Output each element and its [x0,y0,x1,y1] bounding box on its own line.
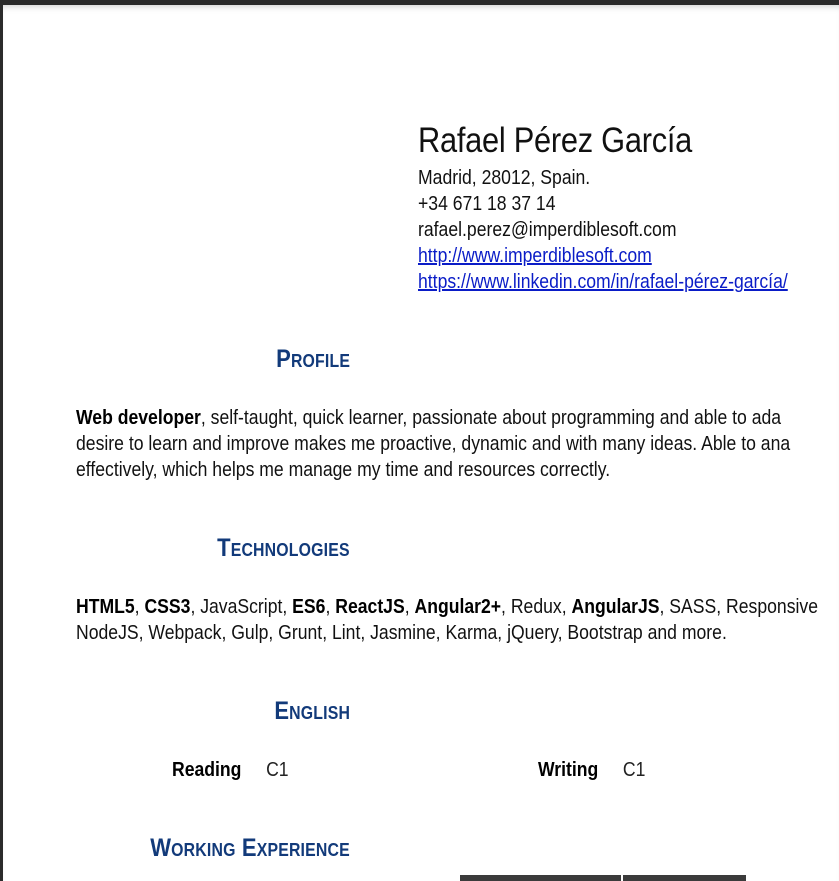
reading-item: Reading C1 [172,757,289,783]
candidate-name: Rafael Pérez García [418,121,693,160]
reading-label: Reading [172,759,242,781]
contact-details: Madrid, 28012, Spain. +34 671 18 37 14 r… [418,165,839,295]
linkedin-line: https://www.linkedin.com/in/rafael-pérez… [418,269,823,295]
profile-heading: Profile [276,345,350,373]
technology-keyword: ReactJS [335,596,405,618]
experience-table-header [460,875,746,881]
technologies-paragraph: HTML5, CSS3, JavaScript, ES6, ReactJS, A… [76,594,833,646]
profile-paragraph: Web developer, self-taught, quick learne… [76,405,833,483]
technology-text: , Redux, [501,596,572,618]
technologies-line-2: NodeJS, Webpack, Gulp, Grunt, Lint, Jasm… [76,622,727,644]
writing-level: C1 [622,759,646,781]
phone-text: +34 671 18 37 14 [418,193,556,215]
reading-level: C1 [266,759,289,781]
technology-keyword: CSS3 [144,596,191,618]
technology-keyword: HTML5 [76,596,135,618]
writing-label: Writing [538,759,599,781]
experience-heading: Working Experience [150,834,350,862]
writing-item: Writing C1 [538,757,645,783]
technology-keyword: ES6 [292,596,326,618]
email-text: rafael.perez@imperdiblesoft.com [418,219,677,241]
resume-page: Rafael Pérez García Madrid, 28012, Spain… [3,5,839,881]
website-link[interactable]: http://www.imperdiblesoft.com [418,245,652,267]
technology-keyword: AngularJS [571,596,660,618]
contact-header: Rafael Pérez García Madrid, 28012, Spain… [418,121,839,295]
table-column-divider [621,875,623,881]
technologies-heading: Technologies [217,534,350,562]
technologies-line-1: HTML5, CSS3, JavaScript, ES6, ReactJS, A… [76,594,833,620]
technology-text: , [134,596,145,618]
technology-text: , SASS, Responsive [659,596,819,618]
technology-keyword: Angular2+ [414,596,502,618]
profile-line-1: Web developer, self-taught, quick learne… [76,405,833,431]
website-line: http://www.imperdiblesoft.com [418,243,823,269]
technology-text: , [325,596,336,618]
profile-line-2: desire to learn and improve makes me pro… [76,433,791,455]
profile-line-1-text: , self-taught, quick learner, passionate… [200,407,782,429]
linkedin-link[interactable]: https://www.linkedin.com/in/rafael-pérez… [418,271,788,293]
profile-line-3: effectively, which helps me manage my ti… [76,459,611,481]
technology-text: , JavaScript, [190,596,293,618]
english-heading: English [274,697,350,725]
profile-lead: Web developer [76,407,201,429]
technology-text: , [404,596,415,618]
address-text: Madrid, 28012, Spain. [418,167,591,189]
